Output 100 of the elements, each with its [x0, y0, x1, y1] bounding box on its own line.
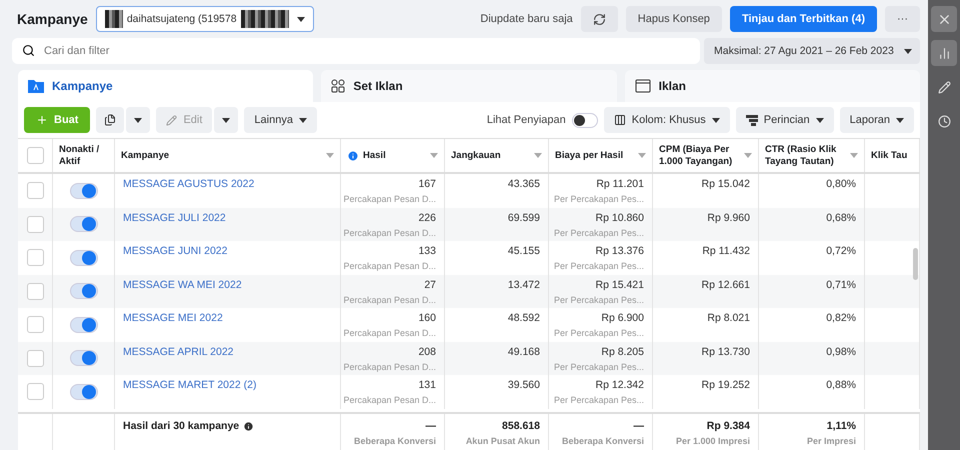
more-dropdown[interactable]: Lainnya [244, 107, 317, 133]
duplicate-button[interactable] [96, 107, 124, 133]
caret-icon [326, 153, 334, 158]
cell-note: Per Percakapan Pes... [554, 261, 644, 271]
table-cell: Rp 11.201 [596, 178, 644, 190]
active-toggle[interactable] [70, 250, 98, 266]
search-icon [22, 44, 35, 57]
table-cell: — [634, 420, 644, 432]
campaign-link[interactable]: MESSAGE APRIL 2022 [123, 346, 234, 358]
refresh-icon [592, 12, 606, 26]
grid-icon [331, 79, 346, 93]
redaction-block [240, 10, 289, 28]
row-checkbox[interactable] [26, 249, 44, 266]
columns-dropdown[interactable]: Kolom: Khusus [604, 107, 730, 133]
caret-icon [744, 153, 752, 158]
active-toggle[interactable] [70, 316, 98, 333]
column-header[interactable]: Nonakti / Aktif [59, 144, 108, 168]
table-cell: Rp 12.661 [702, 278, 750, 290]
pencil-icon [166, 114, 178, 126]
column-header[interactable]: Kampanye [121, 150, 170, 162]
active-toggle[interactable] [70, 283, 98, 300]
more-button[interactable]: ··· [885, 6, 920, 32]
row-checkbox[interactable] [26, 282, 44, 300]
cell-note: Percakapan Pesan D... [343, 395, 436, 405]
active-toggle[interactable] [70, 350, 98, 366]
table-cell: 167 [418, 178, 436, 190]
table-cell: 0,68% [826, 212, 856, 224]
row-checkbox[interactable] [26, 216, 44, 233]
table-cell: 208 [418, 346, 436, 358]
table-cell: 0,88% [826, 379, 856, 391]
table-cell: Rp 8.021 [707, 312, 750, 324]
row-checkbox[interactable] [26, 350, 44, 367]
select-all-checkbox[interactable] [26, 147, 44, 164]
table-cell: Rp 12.342 [596, 379, 644, 391]
bar-chart-icon [938, 46, 950, 60]
cell-note: Akun Pusat Akun [466, 436, 540, 446]
reports-dropdown[interactable]: Laporan [840, 107, 914, 133]
scrollbar-thumb[interactable] [913, 248, 918, 280]
column-header[interactable]: CPM (Biaya Per 1.000 Tayangan) [659, 144, 740, 168]
columns-icon [614, 114, 626, 126]
column-header[interactable]: Biaya per Hasil [555, 150, 624, 162]
publish-button[interactable]: Tinjau dan Terbitkan (4) [730, 6, 877, 32]
breakdown-icon [746, 114, 758, 126]
campaign-link[interactable]: MESSAGE JUNI 2022 [123, 245, 228, 257]
campaign-link[interactable]: MESSAGE MEI 2022 [123, 312, 223, 324]
row-checkbox[interactable] [26, 316, 44, 334]
refresh-button[interactable] [580, 6, 618, 32]
campaign-link[interactable]: MESSAGE AGUSTUS 2022 [123, 178, 254, 190]
table-cell: 0,98% [826, 346, 856, 358]
caret-icon [712, 118, 720, 122]
caret-icon [134, 118, 142, 122]
column-header[interactable]: Jangkauan [451, 150, 501, 162]
chart-button[interactable] [931, 40, 957, 66]
table-cell: Rp 15.042 [702, 178, 750, 190]
caret-icon [534, 153, 542, 158]
window-icon [634, 79, 651, 93]
toggle-label: Lihat Penyiapan [486, 114, 566, 126]
caret-icon [298, 118, 307, 122]
table-cell: 858.618 [502, 420, 540, 432]
close-button[interactable] [931, 6, 957, 32]
cell-note: Per Percakapan Pes... [554, 328, 644, 338]
table-cell: 0,82% [826, 312, 856, 324]
date-range-dropdown[interactable]: Maksimal: 27 Agu 2021 – 26 Feb 2023 [704, 38, 920, 64]
table-cell: Rp 9.384 [706, 420, 750, 432]
campaign-link[interactable]: MESSAGE WA MEI 2022 [123, 278, 242, 290]
table-cell: 160 [418, 312, 436, 324]
caret-icon [638, 153, 646, 158]
dropdown-button[interactable] [214, 107, 238, 133]
active-toggle[interactable] [70, 182, 98, 199]
tab[interactable]: Kampanye [18, 70, 314, 102]
tab[interactable]: Iklan [624, 70, 920, 102]
redaction-block [104, 10, 123, 28]
cell-note: Per Impresi [806, 436, 856, 446]
tab[interactable]: Set Iklan [321, 70, 617, 102]
table-cell: 226 [418, 212, 436, 224]
active-toggle[interactable] [70, 216, 98, 232]
table-cell: Rp 10.860 [596, 212, 644, 224]
column-header[interactable]: CTR (Rasio Klik Tayang Tautan) [765, 144, 846, 168]
campaign-link[interactable]: MESSAGE MARET 2022 (2) [123, 379, 256, 391]
breakdown-dropdown[interactable]: Perincian [736, 107, 834, 133]
table-cell: 43.365 [508, 178, 540, 190]
column-header[interactable]: Klik Tau [871, 150, 908, 162]
table-cell: 1,11% [826, 420, 856, 432]
copy-icon [104, 114, 116, 126]
search-field[interactable]: Cari dan filter [12, 38, 700, 64]
campaign-link[interactable]: MESSAGE JULI 2022 [123, 212, 226, 224]
preview-toggle[interactable] [572, 112, 598, 128]
table-cell: Rp 13.376 [596, 245, 644, 257]
dropdown-button[interactable] [126, 107, 150, 133]
table-cell: Rp 13.730 [702, 346, 750, 358]
row-checkbox[interactable] [26, 182, 44, 200]
discard-draft-button[interactable]: Hapus Konsep [626, 6, 722, 32]
active-toggle[interactable] [70, 384, 98, 400]
pencil-icon [938, 80, 950, 94]
update-status: Diupdate baru saja [480, 13, 573, 25]
table-cell: 49.168 [508, 346, 540, 358]
table-cell: 131 [418, 379, 436, 391]
row-checkbox[interactable] [26, 383, 44, 400]
account-dropdown[interactable]: daihatsujateng (519578 [96, 6, 314, 32]
column-header[interactable]: Hasil [363, 150, 386, 162]
